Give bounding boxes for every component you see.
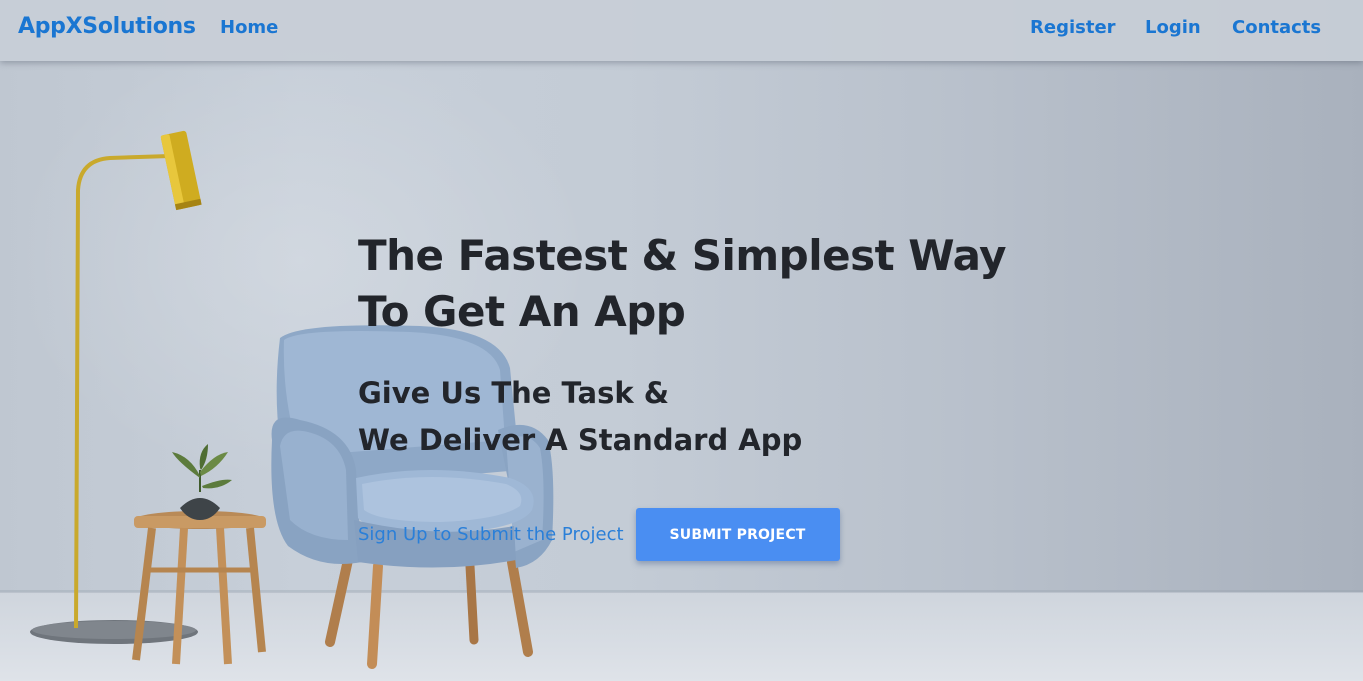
submit-project-button[interactable]: SUBMIT PROJECT xyxy=(635,508,840,561)
floor-lamp-icon xyxy=(30,130,202,644)
hero-section: The Fastest & Simplest Way To Get An App… xyxy=(358,228,1038,464)
nav-contacts-link[interactable]: Contacts xyxy=(1232,17,1321,38)
cta-row: Sign Up to Submit the Project SUBMIT PRO… xyxy=(358,508,840,561)
subhead-line-1: Give Us The Task & xyxy=(358,376,670,410)
nav-login-link[interactable]: Login xyxy=(1145,17,1201,38)
signup-link[interactable]: Sign Up to Submit the Project xyxy=(358,508,624,561)
subhead-line-2: We Deliver A Standard App xyxy=(358,423,803,457)
top-navbar: AppXSolutions Home Register Login Contac… xyxy=(0,0,1363,61)
brand-logo-link[interactable]: AppXSolutions xyxy=(18,14,196,39)
hero-subheading: Give Us The Task & We Deliver A Standard… xyxy=(358,370,918,464)
nav-home-link[interactable]: Home xyxy=(220,17,278,38)
hero-headline: The Fastest & Simplest Way To Get An App xyxy=(358,231,1007,336)
nav-register-link[interactable]: Register xyxy=(1030,17,1116,38)
plant-vase-icon xyxy=(172,444,232,520)
